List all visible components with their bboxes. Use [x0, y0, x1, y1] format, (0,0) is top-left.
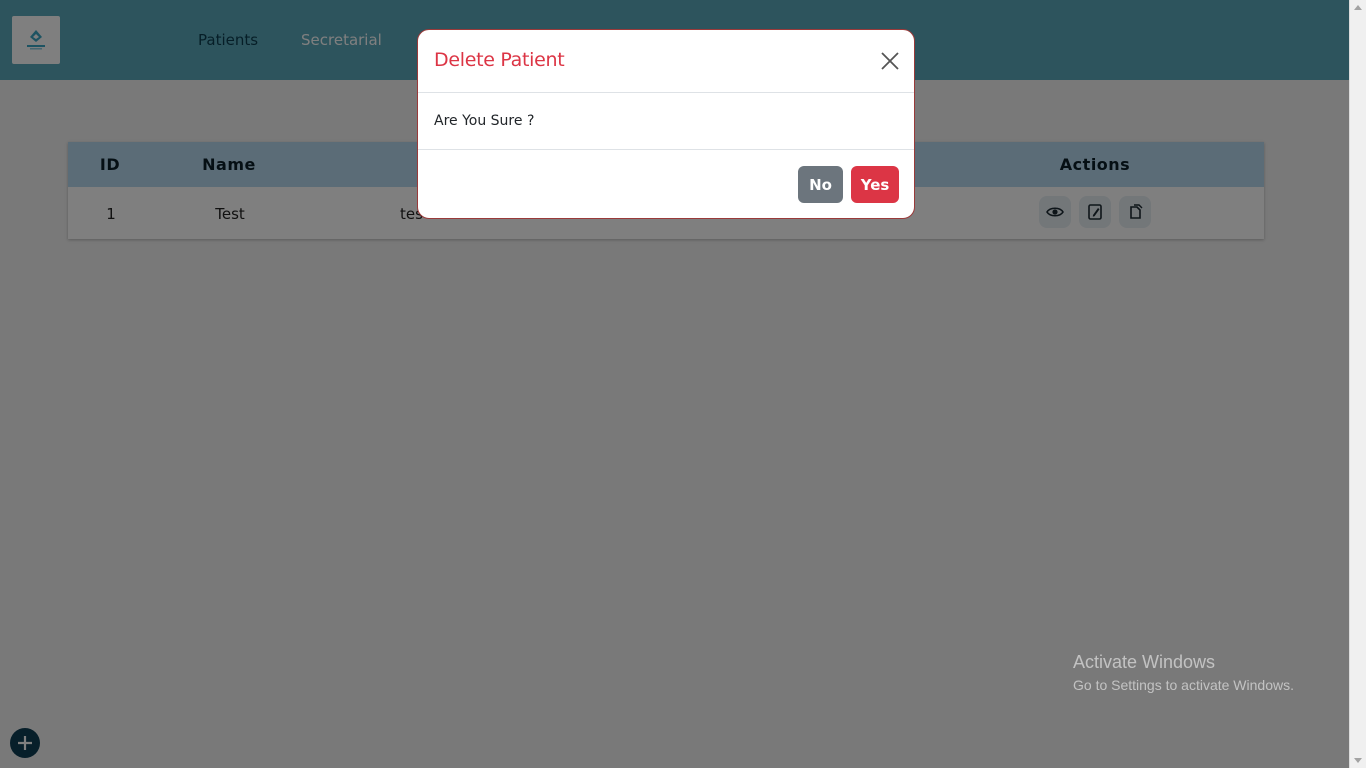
- no-button[interactable]: No: [798, 166, 843, 203]
- dialog-body: Are You Sure ?: [418, 93, 914, 150]
- yes-button[interactable]: Yes: [851, 166, 899, 203]
- delete-patient-dialog: Delete Patient Are You Sure ? No Yes: [417, 29, 915, 219]
- page-scrollbar[interactable]: [1349, 0, 1366, 768]
- activation-watermark-title: Activate Windows: [1073, 652, 1216, 672]
- activation-watermark-subtitle: Go to Settings to activate Windows.: [1073, 677, 1294, 693]
- dialog-header: Delete Patient: [418, 30, 914, 93]
- scroll-down-icon[interactable]: [1354, 758, 1362, 763]
- dialog-footer: No Yes: [418, 150, 914, 218]
- scroll-up-icon[interactable]: [1354, 5, 1362, 10]
- close-button[interactable]: [880, 51, 900, 71]
- close-icon: [881, 52, 899, 70]
- dialog-message: Are You Sure ?: [434, 113, 535, 129]
- dialog-title: Delete Patient: [434, 49, 565, 71]
